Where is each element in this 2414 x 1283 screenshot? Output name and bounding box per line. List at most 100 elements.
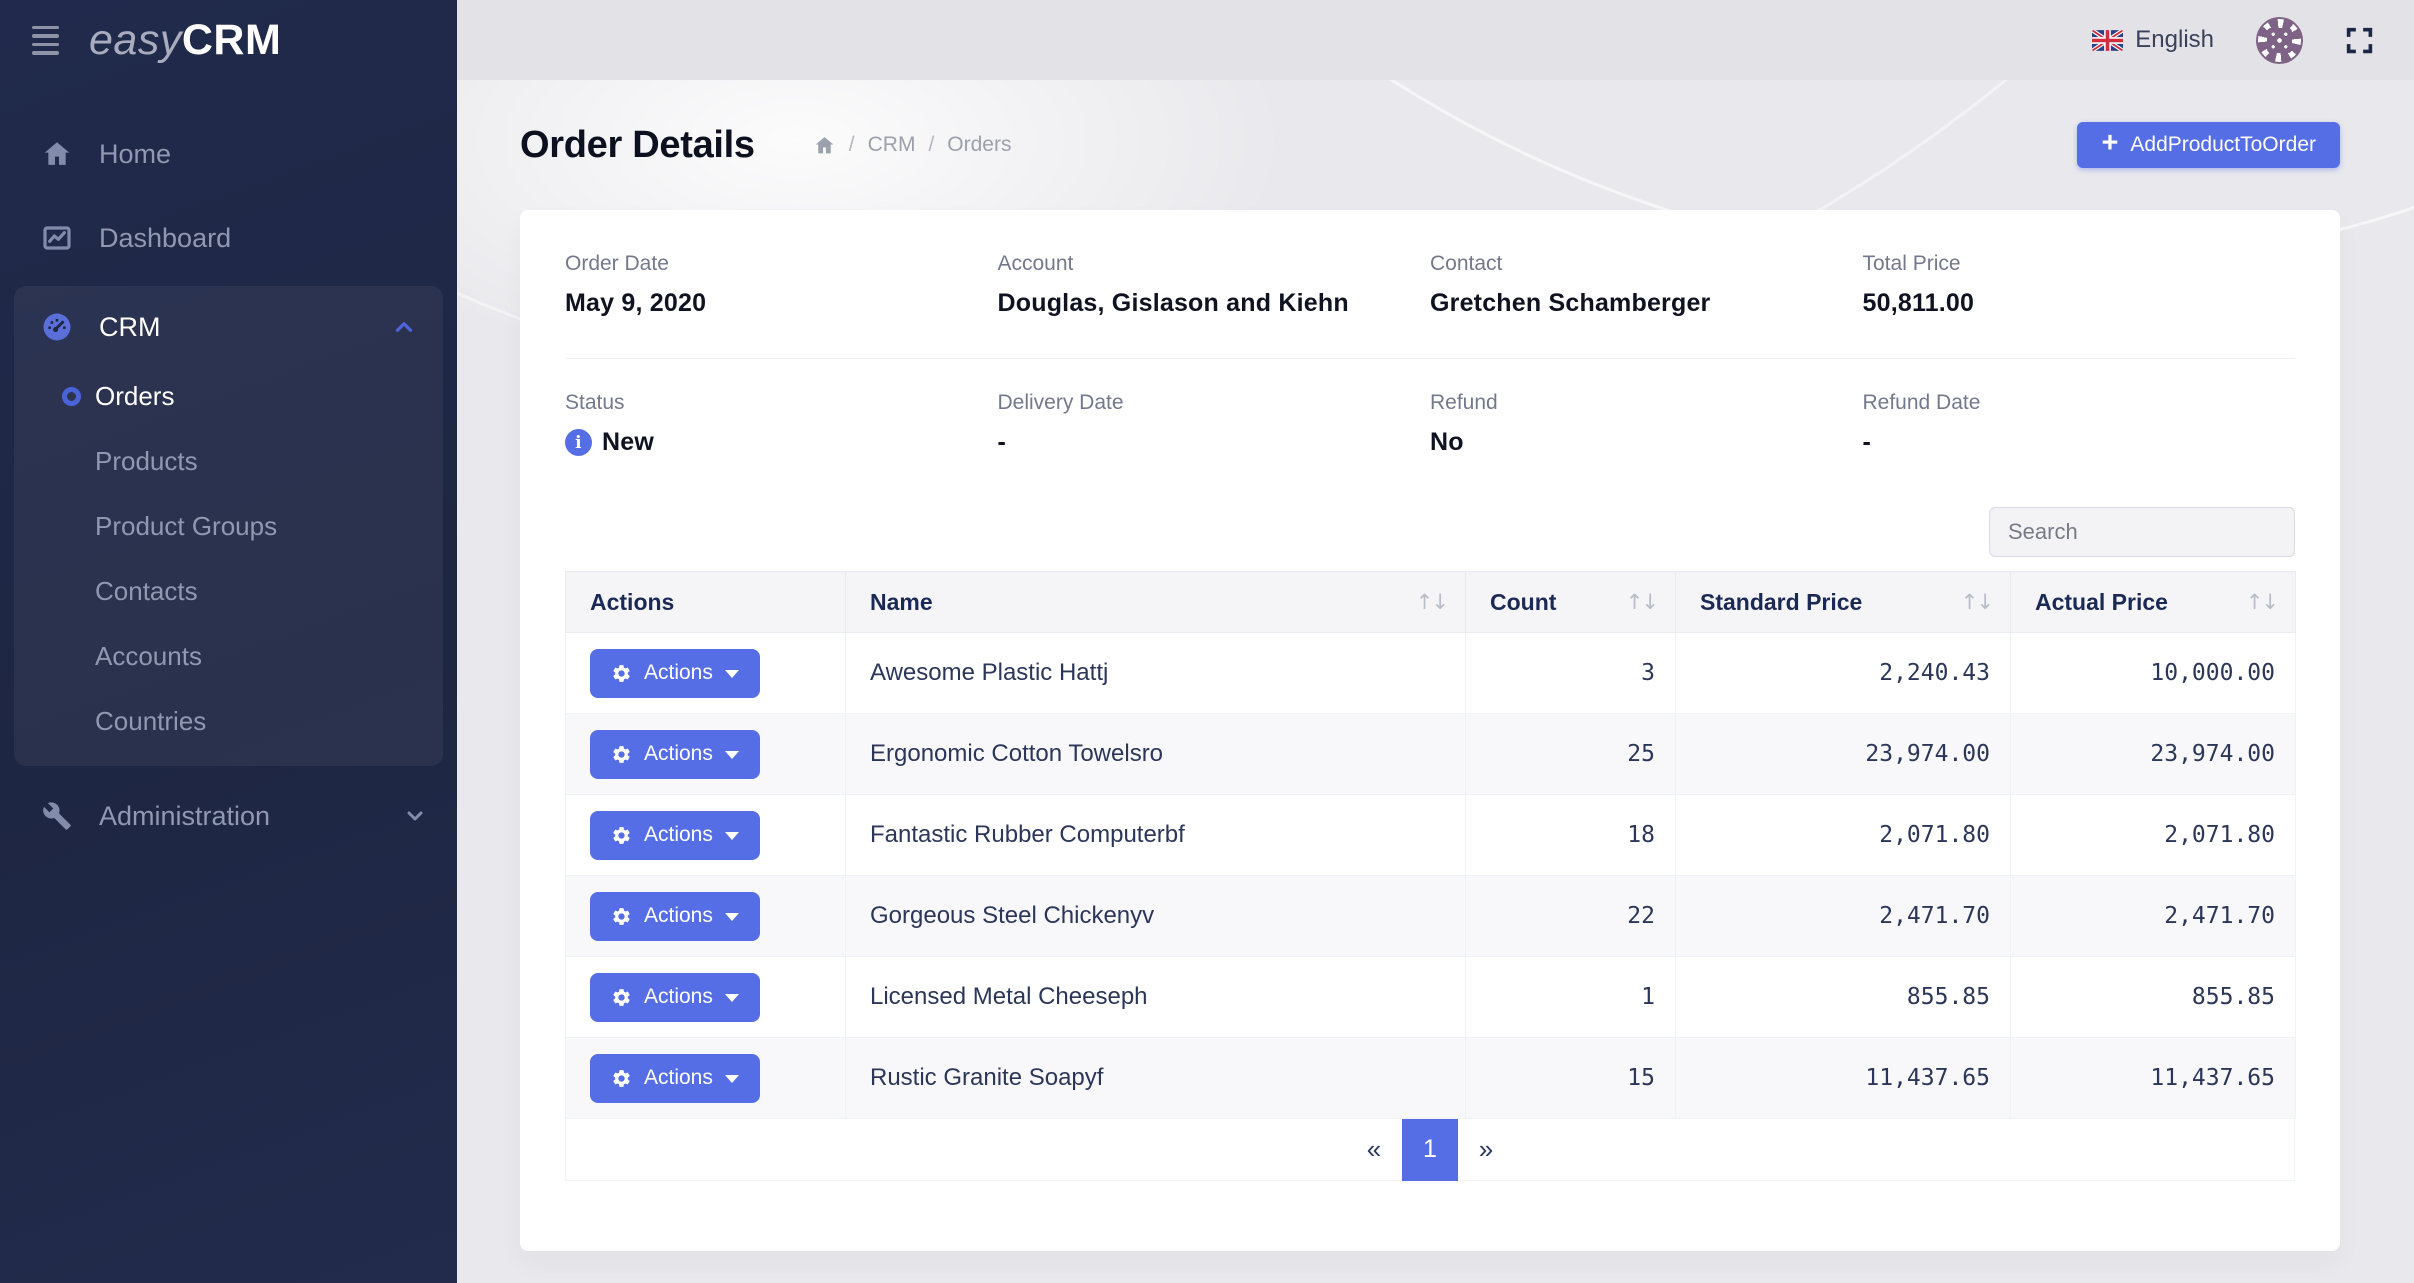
table-row: Actions Licensed Metal Cheeseph 1 855.85… <box>566 957 2296 1038</box>
brand-logo[interactable]: easyCRM <box>89 16 281 65</box>
sort-icon: ↑↓ <box>1626 590 1657 614</box>
order-products-table: Actions Name↑↓ Count↑↓ Standard Price↑↓ <box>565 571 2296 1119</box>
sidebar-item-home[interactable]: Home <box>0 112 457 196</box>
field-refund: Refund No <box>1430 391 1863 457</box>
app-window: easyCRM Home Dashboard <box>0 0 2414 1283</box>
add-product-to-order-button[interactable]: + AddProductToOrder <box>2077 122 2340 168</box>
caret-down-icon <box>725 670 739 678</box>
menu-toggle-icon[interactable] <box>32 26 59 55</box>
row-actions-button[interactable]: Actions <box>590 973 760 1022</box>
sidebar-item-label: Contacts <box>95 576 198 607</box>
caret-down-icon <box>725 913 739 921</box>
field-value: Gretchen Schamberger <box>1430 289 1863 318</box>
column-header-actions: Actions <box>566 572 846 633</box>
field-value: - <box>1863 428 2296 457</box>
cell-product-name: Licensed Metal Cheeseph <box>846 957 1466 1038</box>
field-contact: Contact Gretchen Schamberger <box>1430 252 1863 318</box>
sidebar-item-countries[interactable]: Countries <box>14 689 443 754</box>
caret-down-icon <box>725 1075 739 1083</box>
sidebar-item-orders[interactable]: Orders <box>14 364 443 429</box>
sidebar-item-label: Countries <box>95 706 206 737</box>
info-icon[interactable]: i <box>565 429 592 456</box>
field-label: Contact <box>1430 252 1863 276</box>
cell-standard-price: 2,471.70 <box>1676 876 2011 957</box>
brand-logo-light: easy <box>89 16 182 64</box>
cell-actual-price: 23,974.00 <box>2011 714 2296 795</box>
field-label: Delivery Date <box>998 391 1431 415</box>
row-actions-button[interactable]: Actions <box>590 730 760 779</box>
table-row: Actions Rustic Granite Soapyf 15 11,437.… <box>566 1038 2296 1119</box>
sidebar-item-label: Home <box>99 139 171 170</box>
caret-down-icon <box>725 751 739 759</box>
search-input[interactable] <box>1989 507 2295 557</box>
sidebar-item-label: Accounts <box>95 641 202 672</box>
breadcrumb-crm[interactable]: CRM <box>868 133 916 157</box>
cell-count: 15 <box>1466 1038 1676 1119</box>
sidebar-item-administration[interactable]: Administration <box>0 774 457 858</box>
row-actions-button[interactable]: Actions <box>590 811 760 860</box>
divider <box>565 358 2295 359</box>
pagination: « 1 » <box>565 1119 2295 1181</box>
home-icon <box>40 138 74 170</box>
cell-actual-price: 2,071.80 <box>2011 795 2296 876</box>
fullscreen-icon[interactable] <box>2345 26 2374 55</box>
field-label: Refund Date <box>1863 391 2296 415</box>
row-actions-button[interactable]: Actions <box>590 1054 760 1103</box>
cell-count: 3 <box>1466 633 1676 714</box>
field-label: Status <box>565 391 998 415</box>
field-label: Total Price <box>1863 252 2296 276</box>
breadcrumb-separator: / <box>849 133 855 157</box>
row-actions-button[interactable]: Actions <box>590 892 760 941</box>
wrench-icon <box>40 801 74 831</box>
page-header: Order Details / CRM / Orders + AddProduc… <box>520 80 2340 210</box>
field-value: - <box>998 428 1431 457</box>
cell-standard-price: 2,240.43 <box>1676 633 2011 714</box>
cell-actual-price: 2,471.70 <box>2011 876 2296 957</box>
order-details-card: Order Date May 9, 2020 Account Douglas, … <box>520 210 2340 1251</box>
sidebar-item-label: Administration <box>99 801 270 832</box>
page-title: Order Details <box>520 124 755 167</box>
status-value: New <box>602 428 654 457</box>
column-header-name[interactable]: Name↑↓ <box>846 572 1466 633</box>
user-avatar[interactable] <box>2256 17 2303 64</box>
sidebar-item-contacts[interactable]: Contacts <box>14 559 443 624</box>
main-area: English Order Details / CRM / <box>457 0 2414 1283</box>
field-label: Account <box>998 252 1431 276</box>
sidebar-item-accounts[interactable]: Accounts <box>14 624 443 689</box>
sidebar-item-label: CRM <box>99 312 161 343</box>
active-bullet-icon <box>62 387 81 406</box>
table-row: Actions Ergonomic Cotton Towelsro 25 23,… <box>566 714 2296 795</box>
uk-flag-icon <box>2092 30 2123 51</box>
field-order-date: Order Date May 9, 2020 <box>565 252 998 318</box>
field-delivery-date: Delivery Date - <box>998 391 1431 457</box>
tachometer-icon <box>40 310 74 344</box>
column-header-actual-price[interactable]: Actual Price↑↓ <box>2011 572 2296 633</box>
sidebar-item-product-groups[interactable]: Product Groups <box>14 494 443 559</box>
cell-count: 1 <box>1466 957 1676 1038</box>
pagination-next[interactable]: » <box>1458 1119 1514 1181</box>
column-header-standard-price[interactable]: Standard Price↑↓ <box>1676 572 2011 633</box>
breadcrumb-orders[interactable]: Orders <box>947 133 1011 157</box>
field-value: Douglas, Gislason and Kiehn <box>998 289 1431 318</box>
cell-count: 22 <box>1466 876 1676 957</box>
cell-product-name: Ergonomic Cotton Towelsro <box>846 714 1466 795</box>
field-value: No <box>1430 428 1863 457</box>
row-actions-button[interactable]: Actions <box>590 649 760 698</box>
pagination-page-1[interactable]: 1 <box>1402 1119 1458 1181</box>
order-info-row-2: Status i New Delivery Date - Refund No <box>565 391 2295 457</box>
field-refund-date: Refund Date - <box>1863 391 2296 457</box>
sort-icon: ↑↓ <box>1416 590 1447 614</box>
sidebar-item-label: Products <box>95 446 198 477</box>
sidebar-item-dashboard[interactable]: Dashboard <box>0 196 457 280</box>
breadcrumb-home-icon[interactable] <box>813 134 836 157</box>
sidebar-item-products[interactable]: Products <box>14 429 443 494</box>
plus-icon: + <box>2101 129 2118 158</box>
pagination-prev[interactable]: « <box>1346 1119 1402 1181</box>
sidebar-item-label: Product Groups <box>95 511 277 542</box>
language-selector[interactable]: English <box>2092 26 2214 54</box>
chevron-down-icon <box>403 804 427 828</box>
cell-product-name: Rustic Granite Soapyf <box>846 1038 1466 1119</box>
sidebar-nav: Home Dashboard <box>0 112 457 858</box>
sidebar-item-crm[interactable]: CRM <box>14 290 443 364</box>
column-header-count[interactable]: Count↑↓ <box>1466 572 1676 633</box>
